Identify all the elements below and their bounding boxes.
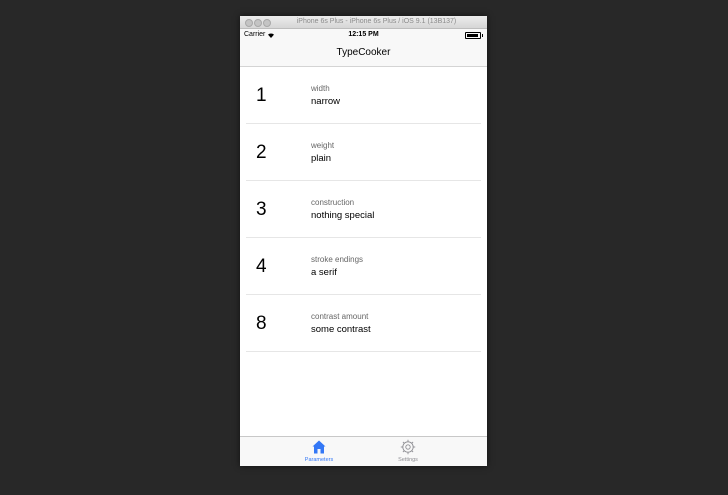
battery-icon [465,32,483,39]
parameter-value: plain [311,153,332,164]
parameter-value: some contrast [311,324,371,335]
simulator-window: iPhone 6s Plus - iPhone 6s Plus / iOS 9.… [240,16,487,466]
status-time: 12:15 PM [348,31,379,38]
list-item[interactable]: 2 weight plain [240,124,487,181]
parameter-label: width [311,84,330,93]
row-divider [246,351,481,352]
tab-settings[interactable]: Settings [373,439,443,465]
list-item[interactable]: 3 construction nothing special [240,181,487,238]
status-bar: Carrier 12:15 PM [240,29,487,41]
parameter-number: 2 [256,142,267,163]
parameter-number: 3 [256,199,267,220]
close-window-button[interactable] [245,19,253,27]
tab-label: Settings [398,457,418,463]
navigation-bar: TypeCooker [240,41,487,67]
list-item[interactable]: 1 width narrow [240,67,487,124]
parameter-label: contrast amount [311,312,369,321]
simulator-title: iPhone 6s Plus - iPhone 6s Plus / iOS 9.… [296,18,457,25]
list-item[interactable]: 8 contrast amount some contrast [240,295,487,352]
parameter-label: stroke endings [311,255,364,264]
parameter-value: narrow [311,96,341,107]
list-item[interactable]: 4 stroke endings a serif [240,238,487,295]
minimize-window-button[interactable] [254,19,262,27]
gear-icon [400,439,416,455]
parameter-number: 8 [256,313,267,334]
parameter-number: 4 [256,256,267,277]
tab-label: Parameters [304,457,334,463]
home-icon [312,440,326,454]
parameter-value: nothing special [311,210,375,221]
simulator-titlebar[interactable]: iPhone 6s Plus - iPhone 6s Plus / iOS 9.… [240,16,487,29]
tab-bar: Parameters Settings [240,436,487,466]
parameter-list: 1 width narrow 2 weight plain 3 construc… [240,67,487,352]
nav-title: TypeCooker [336,47,391,58]
parameter-label: weight [311,141,335,150]
parameter-value: a serif [311,267,337,278]
parameter-label: construction [311,198,355,207]
parameter-number: 1 [256,85,267,106]
tab-parameters[interactable]: Parameters [284,439,354,465]
